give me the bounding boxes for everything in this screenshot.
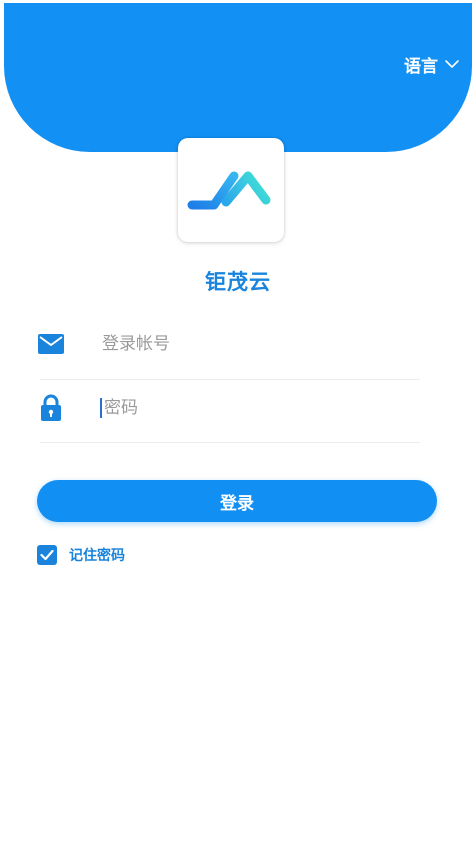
account-input[interactable] — [102, 334, 382, 354]
password-divider — [40, 442, 420, 443]
login-button[interactable]: 登录 — [37, 480, 437, 522]
app-logo — [178, 138, 284, 242]
language-label: 语言 — [404, 56, 438, 77]
password-field-row — [36, 388, 420, 428]
header-background — [4, 0, 472, 152]
logo-mark-icon — [187, 171, 271, 210]
remember-label: 记住密码 — [69, 548, 125, 564]
checkmark-icon — [40, 549, 54, 561]
account-field-row — [36, 324, 420, 364]
remember-password-toggle[interactable]: 记住密码 — [37, 544, 125, 566]
password-input[interactable] — [100, 398, 384, 418]
account-divider — [40, 379, 420, 380]
top-edge — [0, 0, 476, 3]
language-selector[interactable]: 语言 — [404, 52, 460, 77]
mail-icon — [36, 329, 66, 359]
chevron-down-icon — [445, 60, 459, 68]
remember-checkbox[interactable] — [37, 545, 57, 565]
lock-icon — [36, 393, 66, 423]
app-title: 钜茂云 — [205, 270, 271, 294]
